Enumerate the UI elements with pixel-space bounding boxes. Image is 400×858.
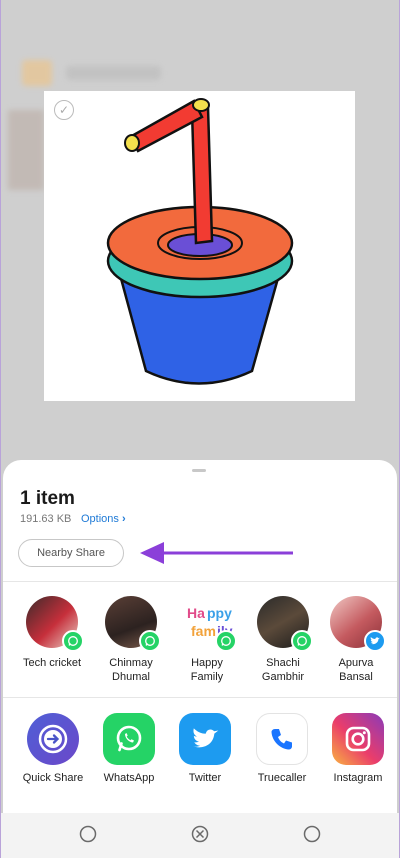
background-blur [66, 66, 161, 80]
item-count-title: 1 item [20, 488, 75, 509]
app-instagram[interactable]: Instagram [320, 713, 396, 784]
contact-happy-family[interactable]: Happyfamily HappyFamily [167, 596, 247, 684]
options-link[interactable]: Options › [81, 513, 126, 525]
back-circle-icon[interactable] [303, 825, 321, 843]
app-truecaller[interactable]: Truecaller [244, 713, 320, 784]
direct-share-contacts: Tech cricket ChinmayDhumal Happyfamily H… [3, 596, 397, 696]
app-label: Twitter [188, 772, 222, 784]
contact-shachi-gambhir[interactable]: Shachi Gambhir [243, 596, 323, 684]
app-whatsapp[interactable]: WhatsApp [91, 713, 167, 784]
annotation-arrow-icon [140, 542, 293, 564]
divider [3, 697, 397, 698]
quick-share-icon [27, 713, 79, 765]
contact-name: Tech cricket [22, 657, 82, 669]
share-sheet: 1 item 191.63 KB Options › Nearby Share … [3, 460, 397, 815]
app-label: Truecaller [257, 772, 307, 784]
nearby-share-button[interactable]: Nearby Share [18, 539, 124, 567]
divider [3, 581, 397, 582]
file-size: 191.63 KB [20, 513, 72, 525]
app-targets: Quick Share WhatsApp Twitter Truecaller … [3, 713, 397, 793]
sheet-drag-handle[interactable] [192, 469, 206, 472]
twitter-icon [179, 713, 231, 765]
background-blur [8, 110, 44, 190]
contact-name: Chinmay Dhumal [109, 657, 153, 683]
app-quick-share[interactable]: Quick Share [15, 713, 91, 784]
contact-name: Apurva Bansal [338, 657, 374, 683]
contact-tech-cricket[interactable]: Tech cricket [12, 596, 92, 670]
truecaller-icon [256, 713, 308, 765]
whatsapp-icon [215, 630, 237, 652]
whatsapp-icon [139, 630, 161, 652]
app-label: WhatsApp [103, 772, 155, 784]
whatsapp-icon [103, 713, 155, 765]
whatsapp-icon [291, 630, 313, 652]
svg-text:Ha: Ha [187, 605, 205, 621]
svg-text:ppy: ppy [207, 605, 232, 621]
contact-name: Shachi Gambhir [261, 657, 305, 683]
recents-circle-icon[interactable] [79, 825, 97, 843]
svg-text:fam: fam [191, 623, 216, 639]
system-nav-bar [0, 813, 400, 858]
cup-illustration [106, 98, 294, 385]
contact-name: Happy Family [190, 657, 224, 683]
background-blur [22, 60, 52, 86]
image-preview: ✓ [44, 91, 355, 401]
instagram-icon [332, 713, 384, 765]
chevron-right-icon: › [121, 513, 126, 525]
app-twitter[interactable]: Twitter [167, 713, 243, 784]
app-label: Instagram [333, 772, 383, 784]
app-label: Quick Share [22, 772, 84, 784]
contact-apurva-bansal[interactable]: Apurva Bansal [316, 596, 396, 684]
twitter-icon [364, 630, 386, 652]
contact-chinmay-dhumal[interactable]: Chinmay Dhumal [91, 596, 171, 684]
home-cross-circle-icon[interactable] [191, 825, 209, 843]
options-label: Options [81, 513, 119, 525]
whatsapp-icon [62, 630, 84, 652]
